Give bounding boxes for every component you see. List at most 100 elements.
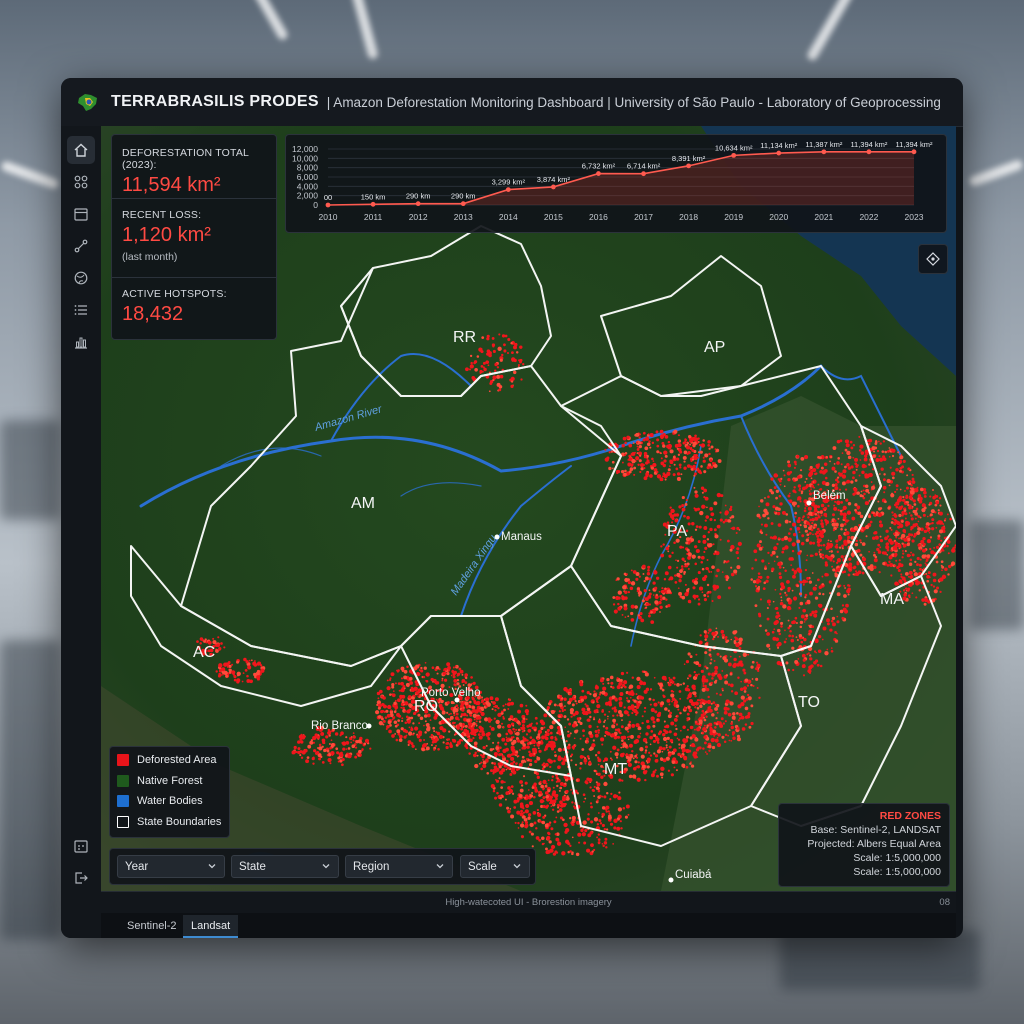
deforestation-spot — [824, 509, 826, 512]
deforestation-spot — [811, 625, 815, 629]
deforestation-spot — [802, 583, 805, 586]
locate-button[interactable] — [918, 244, 948, 274]
chart-data-label: 3,874 km² — [537, 175, 571, 184]
deforestation-spot — [536, 756, 539, 758]
sidebar-item-logout[interactable] — [67, 864, 95, 892]
deforestation-spot — [579, 767, 582, 770]
deforestation-spot — [519, 703, 524, 708]
deforestation-spot — [687, 522, 691, 526]
sidebar-item-calendar[interactable] — [67, 200, 95, 228]
deforestation-spot — [605, 810, 608, 813]
deforestation-spot — [394, 699, 397, 702]
deforestation-spot — [625, 711, 628, 715]
deforestation-spot — [520, 835, 525, 839]
deforestation-spot — [593, 817, 599, 822]
chevron-down-icon — [436, 864, 444, 869]
deforestation-spot — [612, 718, 616, 723]
deforestation-spot — [748, 725, 752, 729]
deforestation-spot — [633, 708, 638, 714]
deforestation-spot — [519, 749, 521, 751]
deforestation-spot — [732, 630, 737, 635]
deforestation-spot — [641, 715, 644, 718]
deforestation-spot — [889, 563, 894, 568]
deforestation-spot — [422, 675, 426, 679]
deforestation-spot — [725, 640, 729, 644]
deforestation-spot — [793, 460, 797, 464]
sidebar-item-globe[interactable] — [67, 264, 95, 292]
sidebar-item-schedule[interactable] — [67, 832, 95, 860]
deforestation-spot — [817, 634, 822, 639]
deforestation-spot — [528, 752, 534, 758]
deforestation-spot — [937, 534, 941, 538]
tab-sentinel-2[interactable]: Sentinel-2 — [119, 915, 185, 936]
deforestation-spot — [706, 466, 710, 470]
sidebar — [61, 126, 102, 938]
deforestation-spot — [608, 812, 611, 815]
deforestation-spot — [855, 465, 859, 468]
deforestation-spot — [517, 827, 520, 829]
state-select[interactable]: State — [231, 855, 339, 878]
chart-x-tick: 2020 — [769, 212, 788, 222]
chevron-down-icon — [513, 864, 521, 869]
scale-select[interactable]: Scale — [460, 855, 530, 878]
deforestation-spot — [770, 522, 774, 526]
deforestation-spot — [676, 476, 681, 481]
deforestation-spot — [902, 544, 906, 548]
deforestation-spot — [833, 519, 837, 523]
deforestation-spot — [602, 686, 607, 691]
deforestation-spot — [559, 695, 563, 698]
deforestation-spot — [788, 634, 792, 638]
deforestation-spot — [672, 748, 677, 753]
sidebar-item-layers[interactable] — [67, 168, 95, 196]
deforestation-spot — [303, 735, 306, 738]
deforestation-spot — [475, 724, 478, 727]
map-view[interactable]: Amazon River Madeira Xingu RR AP AM PA M… — [101, 126, 956, 891]
deforestation-spot — [696, 727, 701, 732]
deforestation-spot — [584, 710, 589, 716]
deforestation-spot — [510, 756, 515, 761]
deforestation-spot — [701, 709, 705, 713]
deforestation-spot — [662, 736, 668, 742]
deforestation-spot — [632, 442, 635, 444]
deforestation-spot — [792, 668, 795, 672]
deforestation-spot — [826, 622, 830, 626]
deforestation-spot — [467, 368, 469, 370]
deforestation-spot — [694, 673, 699, 678]
region-select[interactable]: Region — [345, 855, 453, 878]
sidebar-item-home[interactable] — [67, 136, 95, 164]
sidebar-item-charts[interactable] — [67, 328, 95, 356]
deforestation-spot — [809, 654, 812, 657]
deforestation-spot — [442, 671, 447, 676]
deforestation-spot — [612, 745, 617, 750]
deforestation-spot — [805, 483, 810, 488]
deforestation-spot — [549, 731, 553, 735]
deforestation-spot — [890, 574, 893, 577]
year-select[interactable]: Year — [117, 855, 225, 878]
deforestation-spot — [510, 785, 514, 788]
deforestation-spot — [678, 690, 682, 693]
tab-landsat[interactable]: Landsat — [183, 915, 239, 938]
deforestation-spot — [736, 526, 740, 531]
deforestation-spot — [815, 530, 820, 534]
chart-x-tick: 2021 — [814, 212, 833, 222]
deforestation-spot — [799, 620, 804, 625]
deforestation-spot — [593, 795, 596, 797]
deforestation-spot — [887, 506, 891, 510]
deforestation-spot — [848, 584, 851, 587]
deforestation-spot — [729, 672, 733, 676]
sidebar-item-route[interactable] — [67, 232, 95, 260]
deforestation-spot — [542, 762, 546, 765]
deforestation-spot — [704, 678, 709, 683]
deforestation-spot — [674, 724, 677, 727]
deforestation-spot — [861, 542, 866, 546]
deforestation-spot — [510, 384, 514, 389]
deforestation-spot — [658, 590, 661, 593]
deforestation-spot — [736, 727, 740, 730]
deforestation-spot — [635, 456, 640, 461]
deforestation-spot — [667, 443, 673, 449]
deforestation-spot — [899, 563, 904, 568]
sidebar-item-list[interactable] — [67, 296, 95, 324]
deforestation-spot — [714, 670, 718, 674]
deforestation-spot — [709, 527, 713, 532]
deforestation-spot — [836, 592, 841, 597]
